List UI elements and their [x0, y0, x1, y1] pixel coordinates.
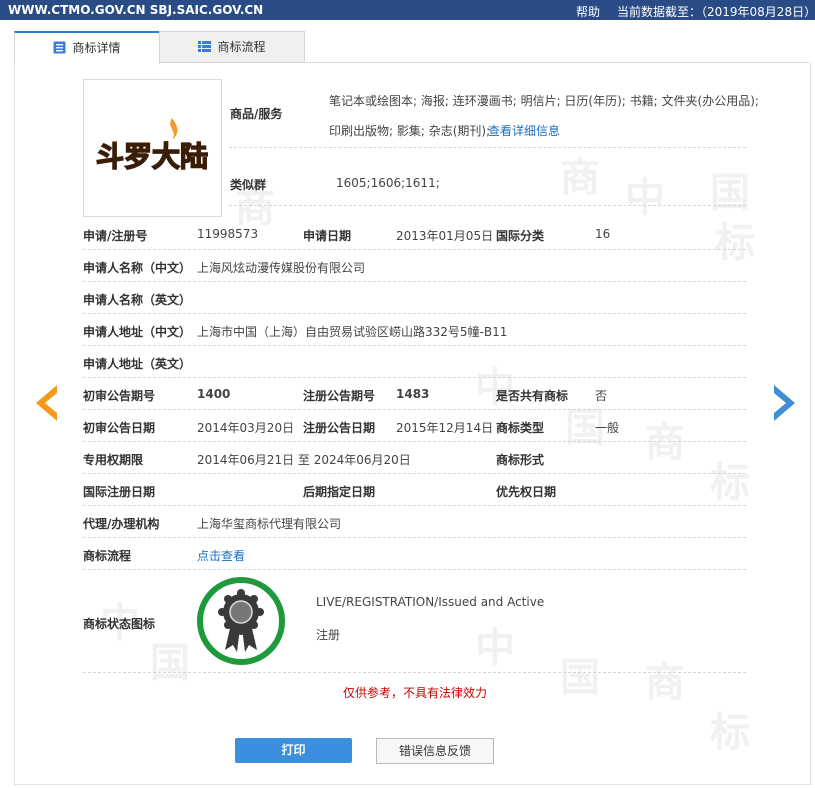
agent-value: 上海华玺商标代理有限公司: [197, 517, 342, 531]
reg-pub-no-label: 注册公告期号: [303, 389, 376, 403]
legal-disclaimer: 仅供参考，不具有法律效力: [343, 686, 488, 700]
exclusive-value: 2014年06月21日 至 2024年06月20日: [197, 453, 411, 467]
watermark-char: 中: [475, 365, 515, 411]
address-en-label: 申请人地址（英文）: [83, 357, 192, 371]
watermark-char: 商: [645, 420, 685, 466]
reg-pub-no-value: 1483: [396, 387, 430, 401]
watermark-char: 商: [560, 155, 600, 201]
status-en-value: LIVE/REGISTRATION/Issued and Active: [316, 595, 545, 609]
applicant-cn-label: 申请人名称（中文）: [83, 261, 192, 275]
watermark-char: 中: [625, 175, 665, 221]
reg-pub-date-value: 2015年12月14日: [396, 421, 494, 435]
error-feedback-button[interactable]: 错误信息反馈: [376, 738, 494, 764]
tab-trademark-flow[interactable]: 商标流程: [159, 31, 305, 62]
watermark-char: 国: [150, 640, 190, 686]
address-cn-value: 上海市中国（上海）自由贸易试验区崂山路332号5幢-B11: [197, 325, 508, 339]
intl-class-label: 国际分类: [496, 229, 545, 243]
watermark-char: 中: [475, 625, 515, 671]
flow-label: 商标流程: [83, 549, 132, 563]
row-divider: [83, 505, 746, 506]
help-link[interactable]: 帮助: [576, 3, 600, 20]
reg-pub-date-label: 注册公告日期: [303, 421, 376, 435]
data-update-date: 当前数据截至：（2019年08月28日）: [617, 5, 815, 19]
tab-flow-label: 商标流程: [217, 40, 266, 54]
site-domains: WWW.CTMO.GOV.CN SBJ.SAIC.GOV.CN: [8, 3, 264, 17]
tab-trademark-detail[interactable]: 商标详情: [14, 31, 160, 64]
tm-form-label: 商标形式: [496, 453, 545, 467]
status-cn-value: 注册: [316, 628, 341, 642]
agent-label: 代理/办理机构: [83, 517, 160, 531]
later-date-label: 后期指定日期: [303, 485, 376, 499]
next-arrow-icon[interactable]: [773, 383, 801, 423]
print-button[interactable]: 打印: [235, 738, 352, 763]
row-divider: [83, 569, 746, 570]
prelim-date-label: 初审公告日期: [83, 421, 156, 435]
row-divider: [83, 672, 746, 673]
goods-detail-link[interactable]: 查看详细信息: [488, 122, 560, 139]
priority-date-label: 优先权日期: [496, 485, 557, 499]
flow-view-link[interactable]: 点击查看: [197, 547, 245, 564]
similar-group-value: 1605;1606;1611;: [336, 176, 440, 190]
status-label: 商标状态图标: [83, 617, 156, 631]
row-divider: [83, 249, 746, 250]
list-icon: [198, 41, 212, 52]
row-divider: [229, 147, 746, 148]
watermark-char: 国: [560, 655, 600, 701]
goods-line-1: 笔记本或绘图本; 海报; 连环漫画书; 明信片; 日历(年历); 书籍; 文件夹…: [329, 94, 759, 108]
app-date-value: 2013年01月05日: [396, 229, 494, 243]
app-date-label: 申请日期: [303, 229, 352, 243]
applicant-cn-value: 上海风炫动漫传媒股份有限公司: [197, 261, 366, 275]
row-divider: [83, 345, 746, 346]
applicant-en-label: 申请人名称（英文）: [83, 293, 192, 307]
trademark-logo-text: 斗罗大陆: [96, 140, 208, 173]
intl-reg-date-label: 国际注册日期: [83, 485, 156, 499]
tab-bar: 商标详情 商标流程: [14, 31, 809, 64]
row-divider: [83, 409, 746, 410]
shared-label: 是否共有商标: [496, 389, 569, 403]
address-cn-label: 申请人地址（中文）: [83, 325, 192, 339]
registered-status-icon: [197, 577, 285, 665]
row-divider: [83, 377, 746, 378]
trademark-image: 斗罗大陆: [83, 79, 222, 217]
row-divider: [83, 537, 746, 538]
shared-value: 否: [595, 389, 608, 403]
prelim-no-label: 初审公告期号: [83, 389, 156, 403]
watermark-char: 商: [645, 660, 685, 706]
top-bar: WWW.CTMO.GOV.CN SBJ.SAIC.GOV.CN 帮助 当前数据截…: [0, 0, 815, 20]
similar-group-label: 类似群: [230, 178, 267, 192]
watermark-char: 标: [710, 460, 750, 506]
document-icon: [53, 41, 66, 54]
row-divider: [83, 473, 746, 474]
prev-arrow-icon[interactable]: [30, 383, 58, 423]
tab-detail-label: 商标详情: [72, 41, 121, 55]
prelim-no-value: 1400: [197, 387, 231, 401]
intl-class-value: 16: [595, 227, 611, 241]
row-divider: [83, 441, 746, 442]
goods-line-2: 印刷出版物; 影集; 杂志(期刊);: [329, 124, 491, 138]
exclusive-label: 专用权期限: [83, 453, 144, 467]
prelim-date-value: 2014年03月20日: [197, 421, 295, 435]
tm-type-label: 商标类型: [496, 421, 545, 435]
row-divider: [83, 281, 746, 282]
tm-type-value: 一般: [595, 421, 620, 435]
reg-no-label: 申请/注册号: [83, 229, 148, 243]
reg-no-value: 11998573: [197, 227, 259, 241]
goods-label: 商品/服务: [230, 107, 283, 121]
watermark-char: 标: [710, 710, 750, 756]
watermark-char: 标: [715, 220, 755, 266]
row-divider: [229, 205, 746, 206]
row-divider: [83, 313, 746, 314]
